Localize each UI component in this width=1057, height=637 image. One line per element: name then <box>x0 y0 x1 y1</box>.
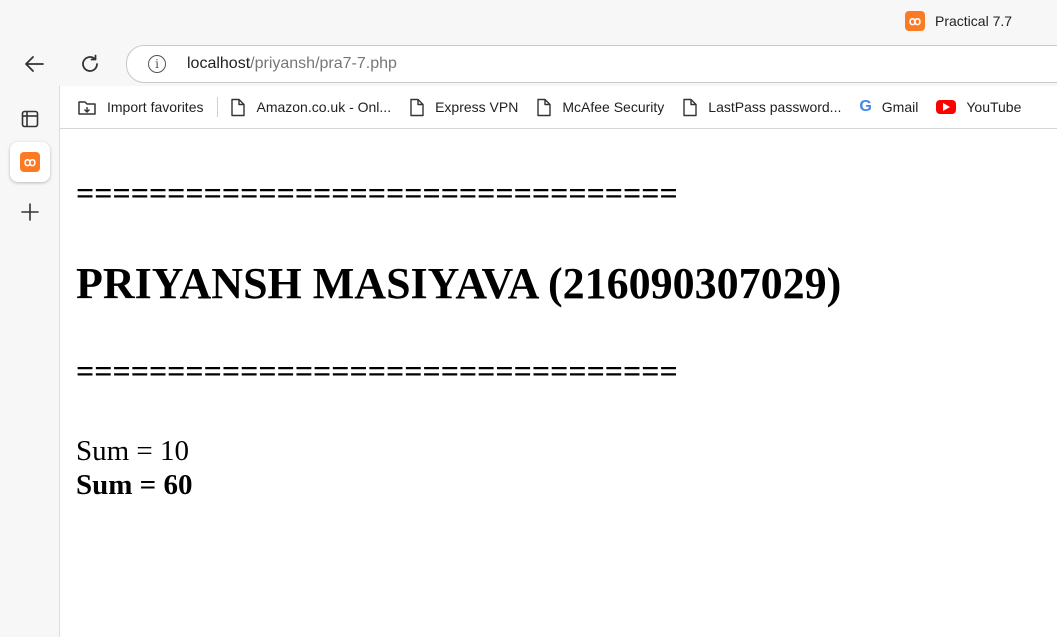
favorite-express-vpn[interactable]: Express VPN <box>409 98 518 117</box>
refresh-icon <box>82 54 98 72</box>
favorite-import[interactable]: Import favorites <box>77 98 203 116</box>
vertical-sidebar: ꝏ <box>0 86 60 637</box>
title-bar: ꝏ Practical 7.7 <box>0 0 1057 42</box>
toolbar: i localhost/priyansh/pra7-7.php <box>0 42 1057 86</box>
tab-practical[interactable]: ꝏ Practical 7.7 <box>894 4 1057 38</box>
favorite-youtube[interactable]: YouTube <box>936 99 1021 115</box>
separator-bottom: ================================= <box>76 353 678 389</box>
page-icon <box>230 98 246 117</box>
url-text[interactable]: localhost/priyansh/pra7-7.php <box>187 55 397 73</box>
separator-top: ================================= <box>76 175 678 211</box>
address-bar[interactable]: i localhost/priyansh/pra7-7.php <box>126 45 1057 83</box>
favorites-divider <box>217 97 219 117</box>
tab-actions-icon <box>21 110 39 128</box>
xampp-icon: ꝏ <box>905 11 925 31</box>
favorite-lastpass[interactable]: LastPass password... <box>682 98 841 117</box>
back-button[interactable] <box>18 48 50 80</box>
sum-output-bold: Sum = 60 <box>76 469 193 501</box>
page-icon <box>536 98 552 117</box>
tab-actions-button[interactable] <box>10 99 50 139</box>
favorites-bar: Import favorites Amazon.co.uk - Onl... E… <box>60 86 1057 129</box>
xampp-icon: ꝏ <box>20 152 40 172</box>
import-favorites-icon <box>77 98 97 116</box>
page-heading: PRIYANSH MASIYAVA (216090307029) <box>76 259 842 308</box>
tab-title: Practical 7.7 <box>935 13 1013 29</box>
back-arrow-icon <box>25 56 44 72</box>
youtube-icon <box>936 100 957 114</box>
sum-output-plain: Sum = 10 <box>76 435 190 467</box>
favorite-amazon[interactable]: Amazon.co.uk - Onl... <box>230 98 391 117</box>
plus-icon <box>21 203 39 221</box>
new-tab-button[interactable] <box>10 192 50 232</box>
page-icon <box>682 98 698 117</box>
refresh-button[interactable] <box>74 48 106 80</box>
google-icon: G <box>859 98 872 115</box>
sidebar-tab-practical[interactable]: ꝏ <box>10 142 50 182</box>
favorite-gmail[interactable]: G Gmail <box>859 98 918 116</box>
favorite-mcafee[interactable]: McAfee Security <box>536 98 664 117</box>
page-icon <box>409 98 425 117</box>
info-icon[interactable]: i <box>148 55 166 73</box>
